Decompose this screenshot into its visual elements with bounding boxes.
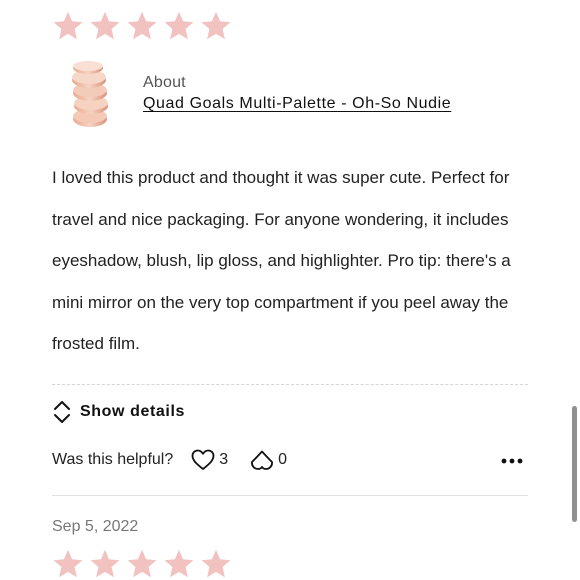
review-rating-stars — [52, 10, 232, 42]
star-icon — [163, 10, 195, 42]
review-date: Sep 5, 2022 — [52, 518, 139, 535]
broken-heart-icon — [251, 450, 274, 470]
star-icon — [52, 548, 84, 580]
expand-collapse-icon — [54, 401, 70, 423]
star-icon — [89, 548, 121, 580]
star-icon — [200, 548, 232, 580]
star-icon — [126, 10, 158, 42]
review-text: I loved this product and thought it was … — [52, 168, 511, 353]
show-details-label: Show details — [80, 403, 185, 420]
review-separator — [52, 495, 528, 496]
star-icon — [200, 10, 232, 42]
star-icon — [163, 548, 195, 580]
helpful-question: Was this helpful? — [52, 451, 174, 468]
product-thumbnail[interactable] — [66, 60, 114, 130]
helpful-no-button[interactable]: 0 — [250, 449, 287, 471]
helpful-row: Was this helpful? 3 0 — [52, 446, 528, 474]
stacked-compact-palette-icon — [72, 61, 108, 127]
product-name-link[interactable]: Quad Goals Multi-Palette - Oh-So Nudie — [143, 95, 451, 113]
helpful-no-count: 0 — [278, 451, 288, 468]
star-icon — [126, 548, 158, 580]
more-options-icon[interactable] — [500, 450, 524, 472]
star-icon — [52, 10, 84, 42]
heart-icon — [191, 449, 215, 470]
show-details-button[interactable]: Show details — [52, 400, 185, 424]
next-review-rating-stars — [52, 548, 232, 580]
divider — [52, 384, 528, 385]
helpful-yes-button[interactable]: 3 — [191, 449, 228, 471]
scrollbar-thumb[interactable] — [572, 406, 577, 522]
star-icon — [89, 10, 121, 42]
helpful-yes-count: 3 — [219, 451, 229, 468]
about-label: About — [143, 74, 186, 91]
